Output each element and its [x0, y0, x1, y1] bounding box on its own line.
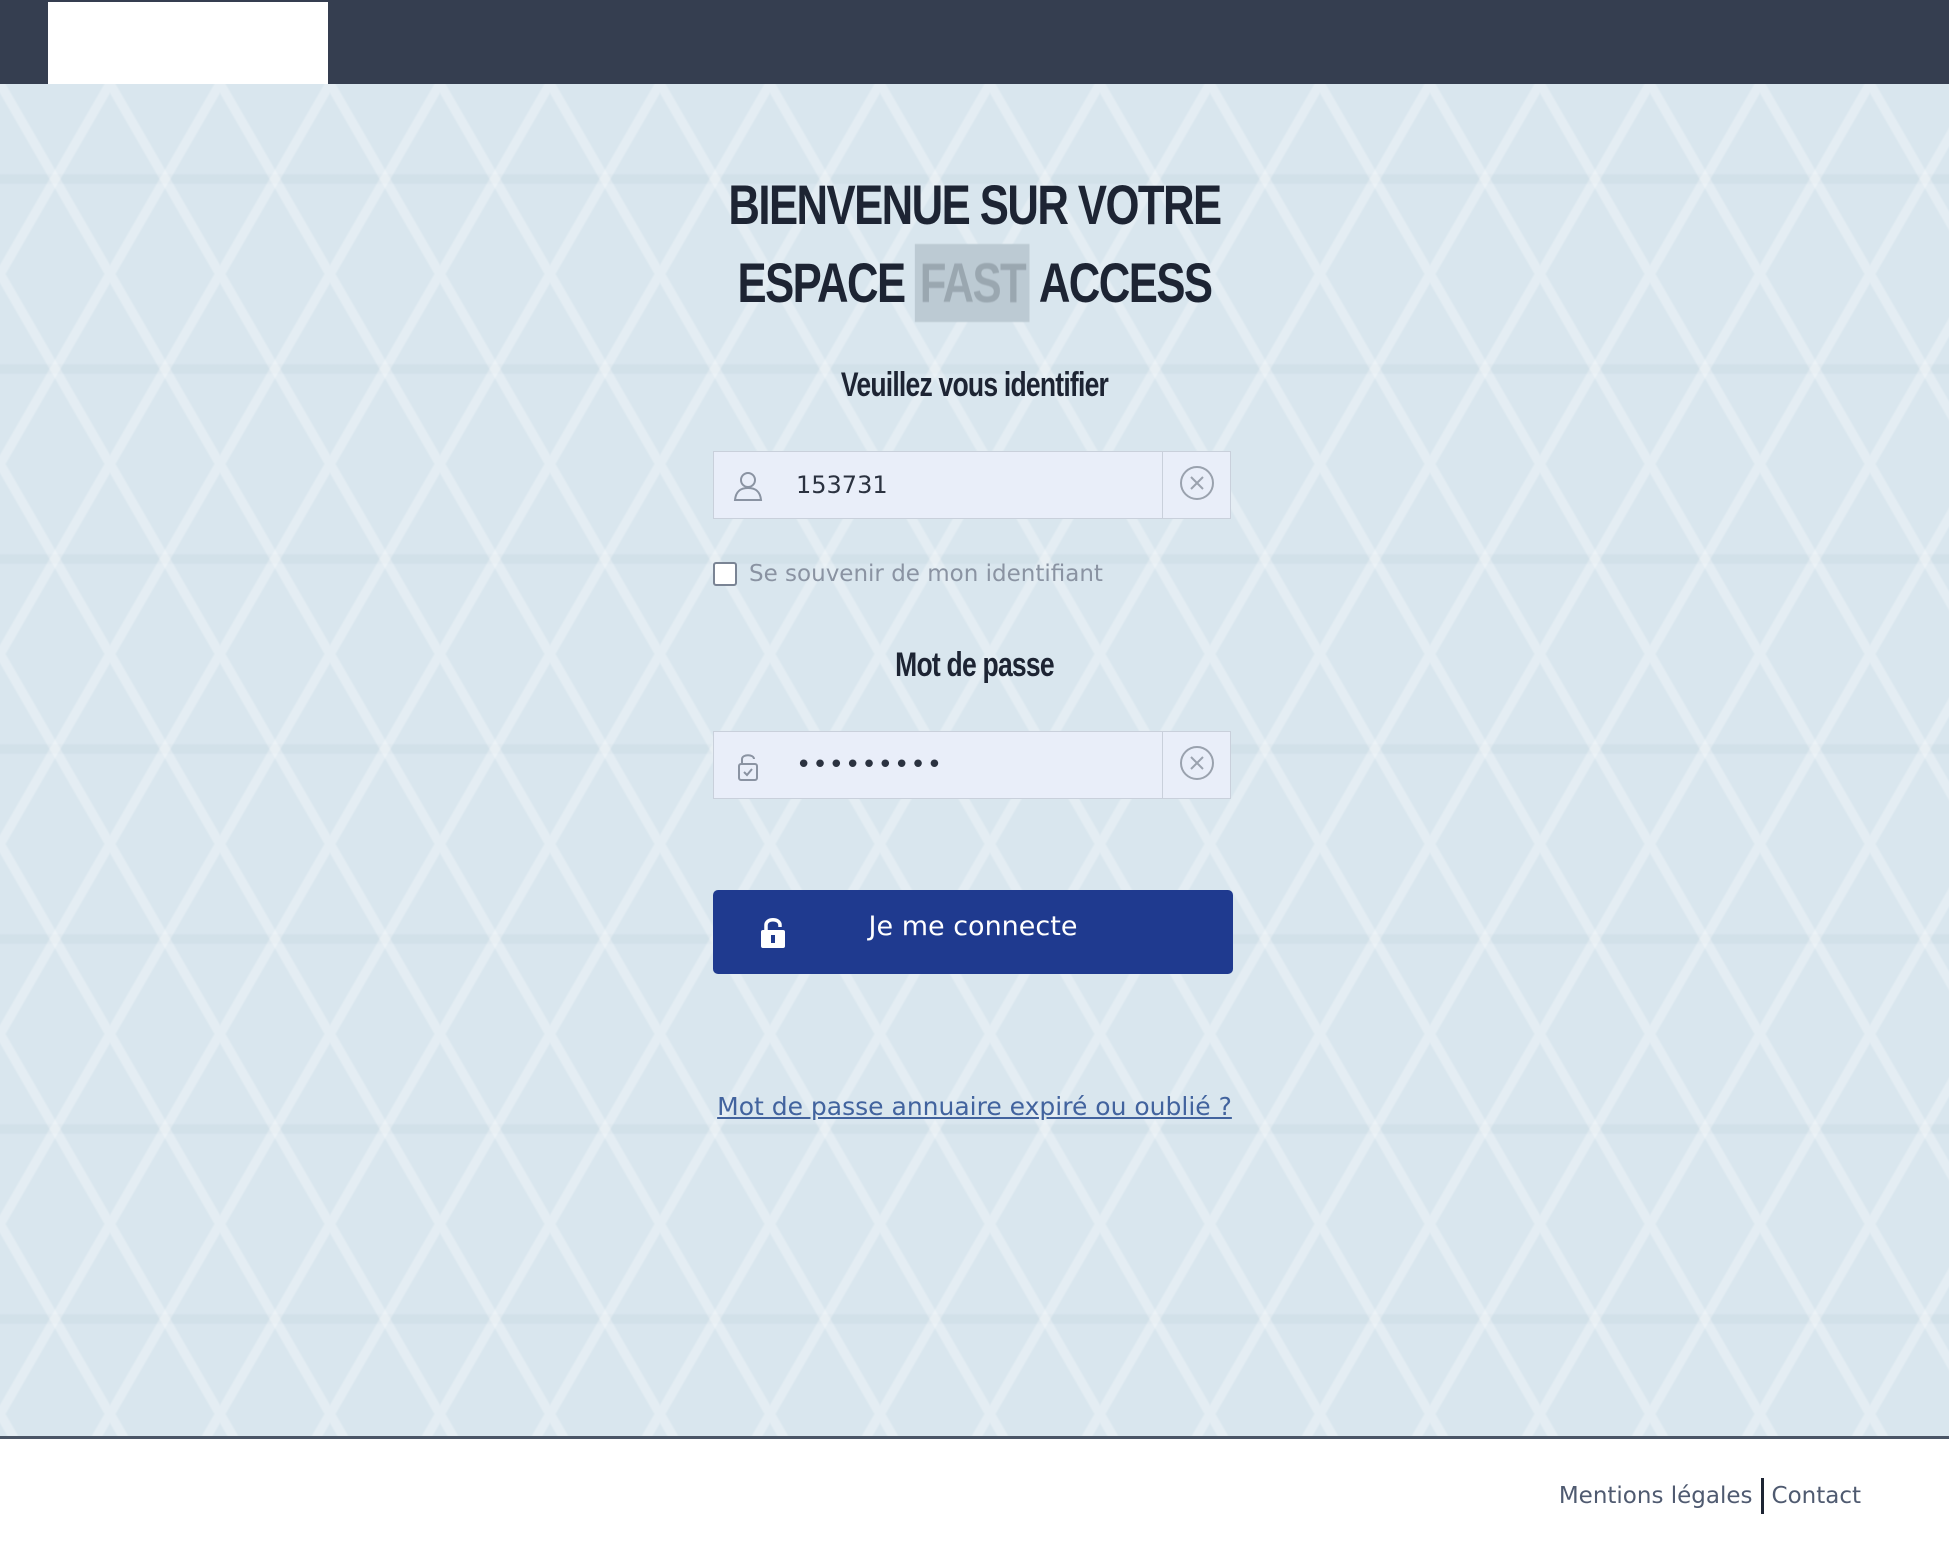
contact-link[interactable]: Contact [1772, 1483, 1861, 1509]
connect-button[interactable]: Je me connecte [713, 890, 1233, 974]
password-label: Mot de passe [895, 646, 1054, 684]
clear-username-button[interactable] [1162, 452, 1230, 518]
title-suffix: ACCESS [1038, 251, 1213, 314]
remember-me[interactable]: Se souvenir de mon identifiant [713, 559, 1103, 589]
connect-button-label[interactable]: Je me connecte [713, 890, 1233, 964]
title-prefix: ESPACE [737, 251, 906, 314]
forgot-password-link[interactable]: Mot de passe annuaire expiré ou oublié ? [717, 1092, 1232, 1121]
legal-link[interactable]: Mentions légales [1559, 1483, 1753, 1509]
footer-separator [1760, 1478, 1764, 1514]
top-bar [0, 0, 1949, 84]
page-title: BIENVENUE SUR VOTRE ESPACE FAST ACCESS [214, 166, 1734, 322]
lock-icon [730, 748, 766, 784]
user-icon [730, 468, 766, 504]
remember-checkbox[interactable] [713, 562, 737, 586]
username-input[interactable]: 153731 [796, 452, 888, 518]
remember-label[interactable]: Se souvenir de mon identifiant [749, 561, 1103, 587]
footer-links: Mentions légales Contact [1559, 1478, 1861, 1514]
username-field[interactable]: 153731 [713, 451, 1231, 519]
clear-password-button[interactable] [1162, 732, 1230, 798]
title-line-2: ESPACE FAST ACCESS [214, 244, 1734, 322]
password-input[interactable]: ••••••••• [796, 732, 943, 798]
forgot-password: Mot de passe annuaire expiré ou oublié ? [0, 1092, 1949, 1121]
password-field[interactable]: ••••••••• [713, 731, 1231, 799]
clear-icon [1179, 745, 1215, 785]
clear-icon [1179, 465, 1215, 505]
identify-label: Veuillez vous identifier [840, 366, 1109, 404]
title-line-1: BIENVENUE SUR VOTRE [728, 173, 1222, 236]
footer-divider [0, 1436, 1949, 1439]
title-masked-word: FAST [915, 244, 1030, 322]
logo[interactable] [48, 2, 328, 84]
